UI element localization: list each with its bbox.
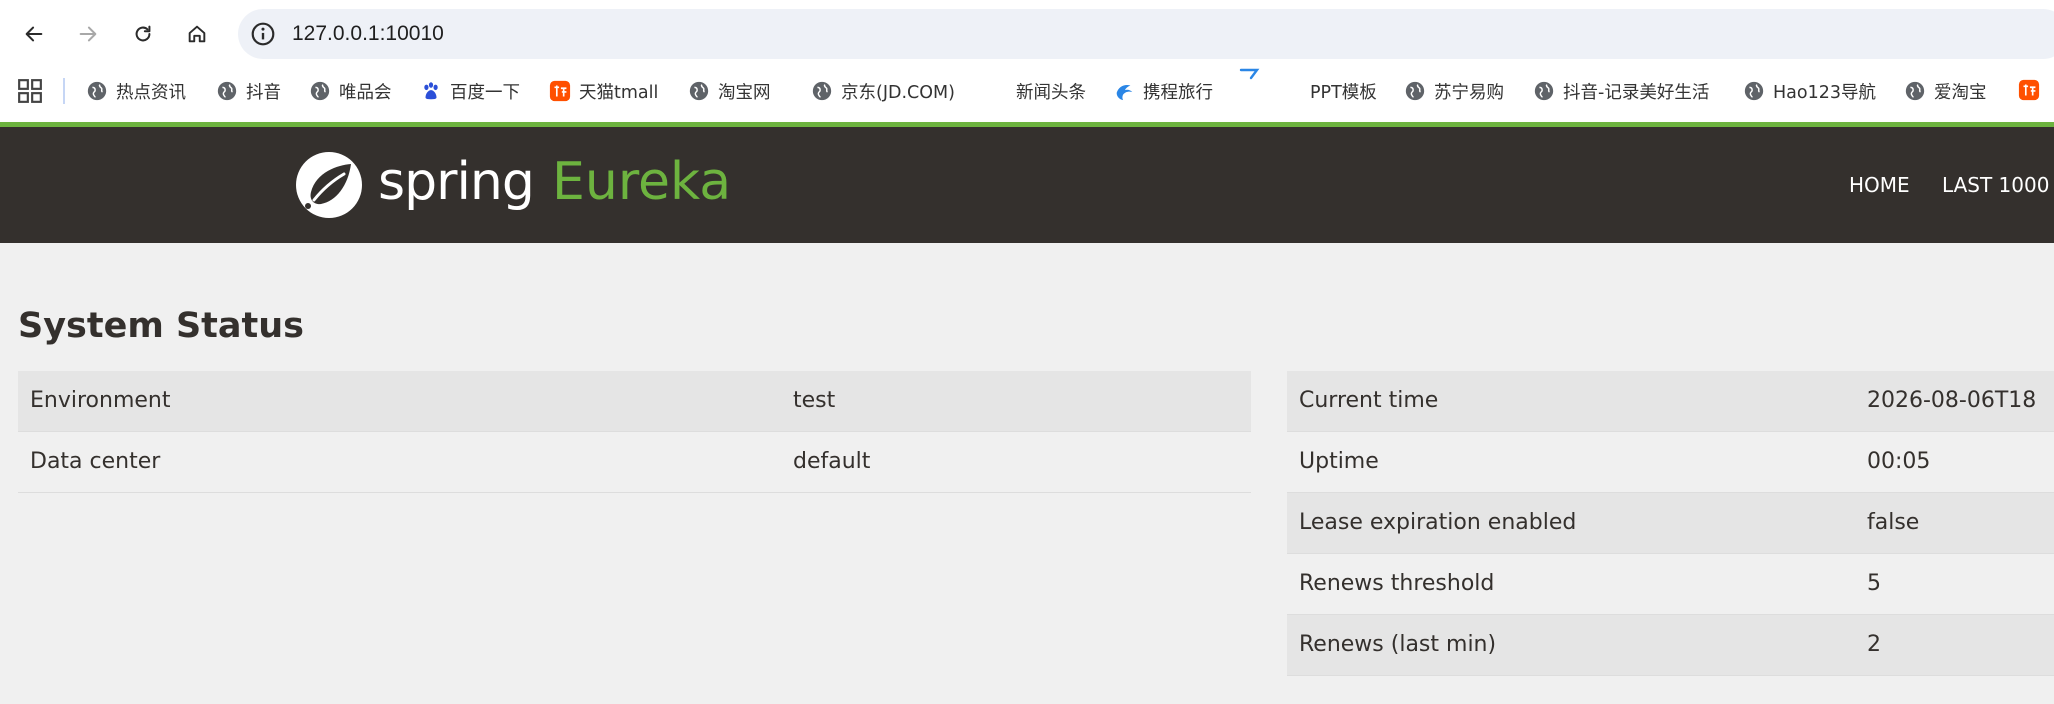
- globe-icon: [1744, 81, 1764, 101]
- baidu-paw-icon: [424, 82, 438, 100]
- table-row: Current time 2026-08-06T18: [1287, 371, 2054, 432]
- row-value: test: [793, 388, 836, 413]
- site-info-icon[interactable]: [250, 21, 276, 47]
- forward-button[interactable]: [72, 18, 104, 50]
- row-label: Renews threshold: [1299, 571, 1495, 596]
- back-button[interactable]: [18, 18, 50, 50]
- logo-spring-text: spring: [378, 152, 535, 212]
- spring-leaf-logo-icon[interactable]: [294, 150, 364, 220]
- bookmark-item[interactable]: 苏宁易购: [1404, 76, 1504, 106]
- url-text[interactable]: 127.0.0.1:10010: [292, 20, 444, 48]
- row-value: default: [793, 449, 871, 474]
- globe-icon: [812, 81, 832, 101]
- row-value: 2026-08-06T18: [1867, 388, 2037, 413]
- arrow-left-icon: [25, 26, 43, 42]
- row-label: Uptime: [1299, 449, 1379, 474]
- globe-icon: [310, 81, 330, 101]
- globe-icon: [1905, 81, 1925, 101]
- bookmark-item[interactable]: 淘宝网: [688, 76, 771, 106]
- bookmark-item[interactable]: 热点资讯: [86, 76, 186, 106]
- logo-eureka-text: Eureka: [552, 152, 732, 212]
- home-button[interactable]: [181, 18, 213, 50]
- address-bar[interactable]: 127.0.0.1:10010: [238, 9, 2054, 59]
- bookmark-item[interactable]: 百度一下: [420, 76, 520, 106]
- row-value: false: [1867, 510, 1920, 535]
- bookmarks-separator: [63, 78, 65, 104]
- bookmark-item[interactable]: 唯品会: [309, 76, 392, 106]
- table-row: Lease expiration enabled false: [1287, 493, 2054, 554]
- table-row: Renews (last min) 2: [1287, 615, 2054, 676]
- taobao-icon[interactable]: [2018, 79, 2040, 101]
- eureka-header: spring Eureka HOME LAST 1000: [0, 127, 2054, 243]
- row-label: Data center: [30, 449, 161, 474]
- table-row: Environment test: [18, 371, 1251, 432]
- system-status-left-table: Environment test Data center default: [18, 371, 1251, 493]
- row-label: Lease expiration enabled: [1299, 510, 1577, 535]
- globe-icon: [1534, 81, 1554, 101]
- bookmark-item[interactable]: 抖音-记录美好生活: [1533, 76, 1709, 106]
- row-value: 2: [1867, 632, 1881, 657]
- browser-toolbar: 127.0.0.1:10010: [0, 0, 2054, 68]
- bookmark-item[interactable]: 京东(JD.COM): [811, 76, 955, 106]
- bookmark-item[interactable]: 天猫tmall: [549, 76, 658, 106]
- row-value: 5: [1867, 571, 1881, 596]
- globe-icon: [87, 81, 107, 101]
- table-row: Uptime 00:05: [1287, 432, 2054, 493]
- ctrip-dolphin-icon: [1116, 84, 1133, 101]
- apps-grid-icon[interactable]: [17, 78, 43, 104]
- reload-icon: [135, 25, 151, 42]
- bookmark-item[interactable]: Hao123导航: [1743, 76, 1876, 106]
- nav-last-1000-link[interactable]: LAST 1000: [1942, 171, 2049, 199]
- taobao-icon: [549, 80, 571, 102]
- home-icon: [188, 25, 206, 43]
- bookmark-item[interactable]: 携程旅行: [1113, 76, 1213, 106]
- globe-icon: [1405, 81, 1425, 101]
- bookmark-item[interactable]: 爱淘宝: [1904, 76, 1987, 106]
- bookmark-item[interactable]: 新闻头条: [1016, 76, 1086, 106]
- bookmark-item[interactable]: 抖音: [216, 76, 281, 106]
- table-row: Data center default: [18, 432, 1251, 493]
- globe-icon: [689, 81, 709, 101]
- page-title: System Status: [18, 306, 305, 346]
- globe-icon: [217, 81, 237, 101]
- table-row: Renews threshold 5: [1287, 554, 2054, 615]
- row-label: Current time: [1299, 388, 1439, 413]
- system-status-right-table: Current time 2026-08-06T18 Uptime 00:05 …: [1287, 371, 2054, 676]
- arrow-right-icon: [79, 26, 97, 42]
- partial-bookmark-icon: [1239, 68, 1260, 80]
- reload-button[interactable]: [127, 18, 159, 50]
- bookmark-item[interactable]: PPT模板: [1310, 76, 1377, 106]
- row-label: Renews (last min): [1299, 632, 1497, 657]
- nav-home-link[interactable]: HOME: [1849, 171, 1910, 199]
- row-value: 00:05: [1867, 449, 1931, 474]
- bookmarks-bar: 热点资讯 抖音 唯品会 百度一下 天猫tmall 淘宝网 京东(JD.COM) …: [0, 68, 2054, 122]
- row-label: Environment: [30, 388, 171, 413]
